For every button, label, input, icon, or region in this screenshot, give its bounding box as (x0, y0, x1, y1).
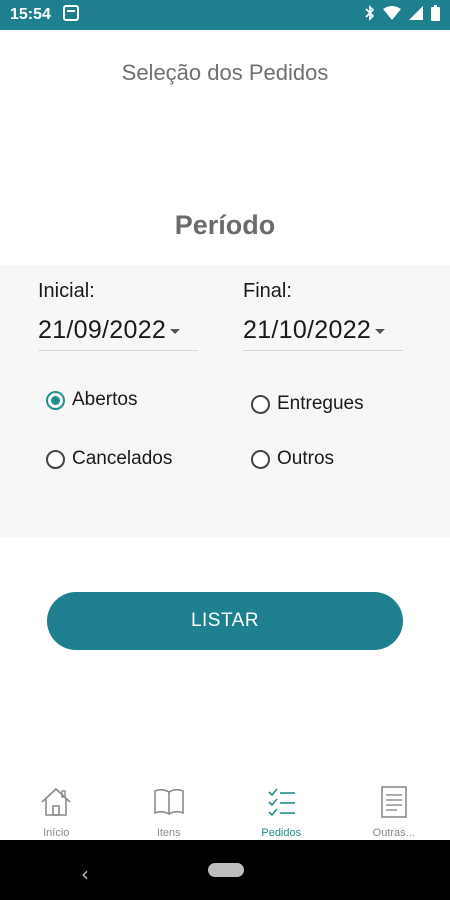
book-icon (152, 785, 186, 824)
period-title: Período (174, 210, 276, 240)
back-icon[interactable]: ‹ (81, 862, 89, 886)
home-pill-button[interactable] (208, 863, 244, 877)
nav-item-inicio[interactable]: Início (0, 775, 113, 840)
checklist-icon (264, 785, 298, 824)
radio-unselected-icon (251, 449, 270, 469)
nav-item-pedidos[interactable]: Pedidos (225, 775, 338, 840)
system-nav-bar: ‹ (0, 840, 450, 900)
start-date-select[interactable]: 21/09/2022 (38, 310, 198, 351)
chevron-down-icon (170, 328, 181, 334)
radio-cancelados[interactable]: Cancelados (46, 448, 172, 470)
wifi-icon (383, 5, 401, 25)
signal-icon (409, 5, 423, 25)
radio-label-abertos: Abertos (72, 389, 138, 410)
start-date-label: Inicial: (38, 280, 95, 302)
radio-outros[interactable]: Outros (251, 448, 334, 470)
battery-icon (431, 4, 440, 26)
radio-label-outros: Outros (277, 448, 335, 469)
radio-unselected-icon (46, 449, 65, 469)
radio-abertos[interactable]: Abertos (46, 389, 137, 411)
status-bar: 15:54 (0, 0, 450, 30)
filter-panel: Inicial: 21/09/2022 Final: 21/10/2022 Ab… (0, 265, 450, 537)
nav-label-itens: Itens (156, 827, 181, 839)
page-title: Seleção dos Pedidos (121, 60, 329, 85)
nav-label-pedidos: Pedidos (261, 827, 302, 839)
bottom-nav: Início Itens Pedidos Outras... (0, 775, 450, 840)
nav-item-outras[interactable]: Outras... (338, 775, 450, 840)
status-time: 15:54 (10, 6, 51, 23)
nav-label-outras: Outras... (372, 827, 415, 839)
document-icon (377, 785, 411, 824)
list-button[interactable]: LISTAR (47, 592, 403, 650)
chevron-down-icon (375, 328, 386, 334)
end-date-label: Final: (243, 280, 292, 302)
notification-icon (62, 4, 79, 26)
radio-label-entregues: Entregues (277, 393, 364, 414)
start-date-value: 21/09/2022 (38, 315, 167, 344)
end-date-select[interactable]: 21/10/2022 (243, 310, 403, 351)
radio-unselected-icon (251, 394, 270, 414)
bluetooth-icon (365, 4, 375, 26)
radio-selected-icon (46, 390, 65, 410)
end-date-value: 21/10/2022 (243, 315, 372, 344)
nav-item-itens[interactable]: Itens (113, 775, 226, 840)
home-icon (39, 785, 73, 824)
radio-entregues[interactable]: Entregues (251, 393, 364, 415)
nav-label-inicio: Início (43, 827, 70, 839)
radio-label-cancelados: Cancelados (72, 448, 173, 469)
